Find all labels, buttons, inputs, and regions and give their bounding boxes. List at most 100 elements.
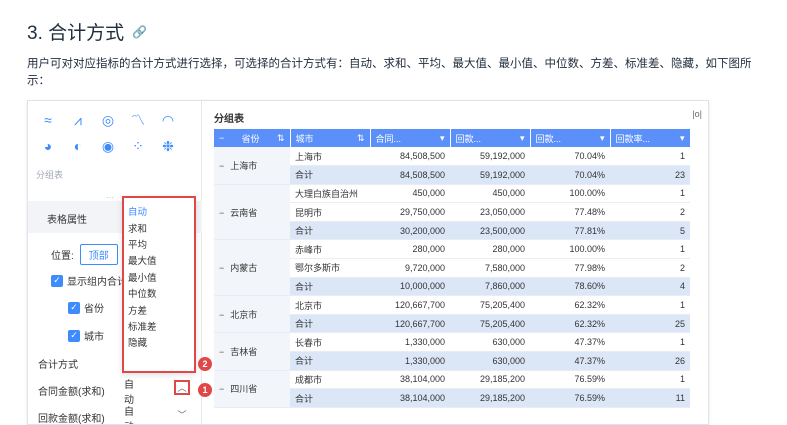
sum-method-option[interactable]: 隐藏	[124, 334, 194, 350]
checkbox-checked-icon[interactable]: ✓	[68, 329, 80, 342]
city-cell: 昆明市	[290, 202, 370, 222]
contract-amount-sum-select[interactable]: 自动	[124, 376, 134, 406]
sum-method-option[interactable]: 最大值	[124, 252, 194, 268]
table-row: − 吉林省 长春市 1,330,000 630,000 47.37% 1	[214, 332, 690, 371]
table-title: 分组表	[214, 114, 244, 125]
value-cell: 47.37%	[530, 351, 610, 371]
city-cell: 合计	[290, 314, 370, 334]
chevron-down-icon[interactable]: ﹀	[174, 407, 190, 422]
chart-type-icon[interactable]: ≈	[38, 111, 58, 129]
column-header[interactable]: 城市 ⇅	[290, 129, 371, 147]
sum-method-option[interactable]: 中位数	[124, 285, 194, 301]
value-cell: 23	[610, 165, 690, 185]
contract-amount-label: 合同金额(求和)	[38, 387, 105, 398]
sum-method-option[interactable]: 自动	[124, 203, 194, 219]
sum-method-option[interactable]: 标准差	[124, 318, 194, 334]
checkbox-checked-icon[interactable]: ✓	[51, 274, 63, 287]
city-cell: 合计	[290, 277, 370, 297]
column-header[interactable]: 合同... ▾	[370, 129, 451, 147]
city-checkbox-label: 城市	[84, 332, 104, 343]
value-cell: 38,104,000	[370, 388, 450, 408]
chart-type-icon[interactable]: ◕	[38, 137, 58, 155]
caret-down-icon[interactable]: ▾	[680, 133, 685, 144]
value-cell: 100.00%	[530, 239, 610, 260]
value-cell: 1	[610, 239, 690, 260]
value-cell: 23,500,000	[450, 221, 530, 241]
value-cell: 59,192,000	[450, 165, 530, 185]
table-row: − 四川省 成都市 38,104,000 29,185,200 76.59% 1	[214, 370, 690, 408]
column-header-label: 城市	[295, 133, 314, 144]
value-cell: 7,860,000	[450, 277, 530, 297]
chart-type-icon[interactable]: ◐	[68, 137, 88, 155]
collapse-icon[interactable]: −	[219, 310, 224, 320]
value-cell: 70.04%	[530, 147, 610, 167]
table-row: − 上海市 上海市 84,508,500 59,192,000 70.04% 1	[214, 147, 690, 185]
section-heading: 3. 合计方式 🔗	[27, 18, 147, 45]
column-toggle-icon[interactable]: |o|	[692, 109, 702, 119]
chevron-up-icon[interactable]: ︿	[174, 380, 190, 395]
value-cell: 62.32%	[530, 295, 610, 315]
column-header[interactable]: 回款... ▾	[530, 129, 611, 147]
sum-method-option[interactable]: 求和	[124, 219, 194, 235]
column-header[interactable]: 回款... ▾	[450, 129, 531, 147]
checkbox-checked-icon[interactable]: ✓	[68, 301, 80, 314]
chart-type-icon[interactable]: 〽	[128, 111, 148, 129]
chart-type-icon[interactable]: ⩘	[68, 111, 88, 129]
chart-type-icon[interactable]: ◠	[158, 111, 178, 129]
chart-type-label: 分组表	[36, 170, 64, 180]
caret-down-icon[interactable]: ▾	[440, 133, 445, 144]
sort-icon[interactable]: ⇅	[357, 133, 365, 144]
chart-type-icon[interactable]: ◉	[98, 137, 118, 155]
contract-amount-sum-row: 合同金额(求和) 自动 ︿	[38, 380, 190, 406]
collapse-icon[interactable]: −	[219, 384, 224, 394]
value-cell: 5	[610, 221, 690, 241]
province-cell: − 云南省	[214, 184, 290, 241]
sort-icon[interactable]: ⇅	[277, 133, 285, 144]
value-cell: 38,104,000	[370, 370, 450, 390]
caret-down-icon[interactable]: ▾	[520, 133, 525, 144]
collapse-icon[interactable]: −	[219, 347, 224, 357]
chart-type-icon[interactable]: ⁘	[128, 137, 148, 155]
collapse-all-icon[interactable]: −	[219, 133, 224, 143]
value-cell: 1	[610, 184, 690, 204]
chart-type-icon[interactable]: ❉	[158, 137, 178, 155]
group-table-panel: 分组表 |o| − 省份 ⇅ 城市 ⇅ 合同... ▾ 回款... ▾ 回款... ▾ 回款率... ▾…	[202, 101, 708, 424]
collapse-icon[interactable]: −	[219, 208, 224, 218]
sum-method-option[interactable]: 方差	[124, 301, 194, 317]
sum-method-dropdown[interactable]: 自动 求和 平均 最大值 最小值 中位数 方差 标准差 隐藏	[122, 196, 196, 373]
value-cell: 75,205,400	[450, 314, 530, 334]
column-header-label: 回款率...	[615, 133, 651, 144]
province-cell: − 四川省	[214, 370, 290, 408]
province-name: 北京市	[230, 309, 258, 320]
city-checkbox-row[interactable]: ✓ 城市	[68, 328, 104, 343]
value-cell: 630,000	[450, 351, 530, 371]
value-cell: 75,205,400	[450, 295, 530, 315]
column-header[interactable]: 回款率... ▾	[610, 129, 691, 147]
chart-type-icons: ≈ ⩘ ◎ 〽 ◠ ◕ ◐ ◉ ⁘ ❉	[38, 111, 182, 155]
city-cell: 成都市	[290, 370, 370, 390]
value-cell: 78.60%	[530, 277, 610, 297]
value-cell: 7,580,000	[450, 258, 530, 278]
sum-method-option[interactable]: 最小值	[124, 269, 194, 285]
value-cell: 450,000	[450, 184, 530, 204]
province-checkbox-row[interactable]: ✓ 省份	[68, 300, 104, 315]
value-cell: 84,508,500	[370, 147, 450, 167]
value-cell: 30,200,000	[370, 221, 450, 241]
column-header[interactable]: − 省份 ⇅	[214, 129, 291, 147]
city-cell: 长春市	[290, 332, 370, 353]
position-top-button[interactable]: 顶部	[79, 244, 118, 265]
province-cell: − 上海市	[214, 147, 290, 185]
sum-method-option[interactable]: 平均	[124, 236, 194, 252]
chart-type-icon[interactable]: ◎	[98, 111, 118, 129]
value-cell: 1,330,000	[370, 332, 450, 353]
payment-amount-sum-select[interactable]: 自动	[124, 403, 134, 425]
table-row: − 内蒙古 赤峰市 280,000 280,000 100.00% 1	[214, 239, 690, 297]
collapse-icon[interactable]: −	[219, 263, 224, 273]
link-icon[interactable]: 🔗	[132, 25, 147, 39]
tab-table-properties[interactable]: 表格属性	[47, 211, 87, 226]
collapse-icon[interactable]: −	[219, 161, 224, 171]
show-subtotal-checkbox-row[interactable]: ✓ 显示组内合计	[51, 273, 127, 288]
column-header-label: 回款...	[455, 133, 482, 144]
city-cell: 合计	[290, 388, 370, 408]
caret-down-icon[interactable]: ▾	[600, 133, 605, 144]
